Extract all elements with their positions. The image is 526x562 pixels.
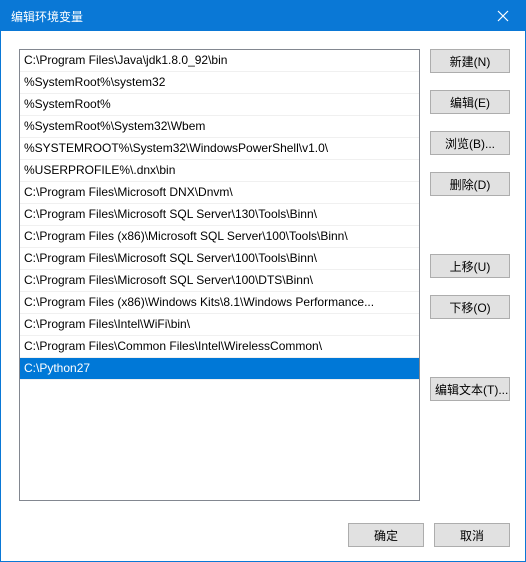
path-listbox[interactable]: C:\Program Files\Java\jdk1.8.0_92\bin%Sy…: [19, 49, 420, 501]
close-button[interactable]: [480, 1, 525, 31]
list-item[interactable]: C:\Program Files\Microsoft DNX\Dnvm\: [20, 182, 419, 204]
sidebar: 新建(N) 编辑(E) 浏览(B)... 删除(D) 上移(U) 下移(O) 编…: [430, 49, 510, 501]
moveup-button[interactable]: 上移(U): [430, 254, 510, 278]
list-item[interactable]: C:\Python27: [20, 358, 419, 380]
browse-button[interactable]: 浏览(B)...: [430, 131, 510, 155]
list-item[interactable]: C:\Program Files\Intel\WiFi\bin\: [20, 314, 419, 336]
new-button[interactable]: 新建(N): [430, 49, 510, 73]
list-item[interactable]: C:\Program Files\Common Files\Intel\Wire…: [20, 336, 419, 358]
list-item[interactable]: C:\Program Files\Microsoft SQL Server\10…: [20, 248, 419, 270]
delete-button[interactable]: 删除(D): [430, 172, 510, 196]
cancel-button[interactable]: 取消: [434, 523, 510, 547]
ok-button[interactable]: 确定: [348, 523, 424, 547]
list-item[interactable]: %SystemRoot%: [20, 94, 419, 116]
title-text: 编辑环境变量: [11, 8, 480, 25]
list-item[interactable]: C:\Program Files (x86)\Microsoft SQL Ser…: [20, 226, 419, 248]
edit-button[interactable]: 编辑(E): [430, 90, 510, 114]
titlebar: 编辑环境变量: [1, 1, 525, 31]
list-item[interactable]: %SystemRoot%\System32\Wbem: [20, 116, 419, 138]
footer: 确定 取消: [1, 511, 525, 561]
list-item[interactable]: C:\Program Files\Java\jdk1.8.0_92\bin: [20, 50, 419, 72]
content-area: C:\Program Files\Java\jdk1.8.0_92\bin%Sy…: [1, 31, 525, 511]
list-item[interactable]: %SystemRoot%\system32: [20, 72, 419, 94]
list-item[interactable]: %SYSTEMROOT%\System32\WindowsPowerShell\…: [20, 138, 419, 160]
list-item[interactable]: C:\Program Files (x86)\Windows Kits\8.1\…: [20, 292, 419, 314]
list-item[interactable]: C:\Program Files\Microsoft SQL Server\10…: [20, 270, 419, 292]
movedown-button[interactable]: 下移(O): [430, 295, 510, 319]
list-item[interactable]: C:\Program Files\Microsoft SQL Server\13…: [20, 204, 419, 226]
close-icon: [497, 10, 509, 22]
edittext-button[interactable]: 编辑文本(T)...: [430, 377, 510, 401]
list-item[interactable]: %USERPROFILE%\.dnx\bin: [20, 160, 419, 182]
